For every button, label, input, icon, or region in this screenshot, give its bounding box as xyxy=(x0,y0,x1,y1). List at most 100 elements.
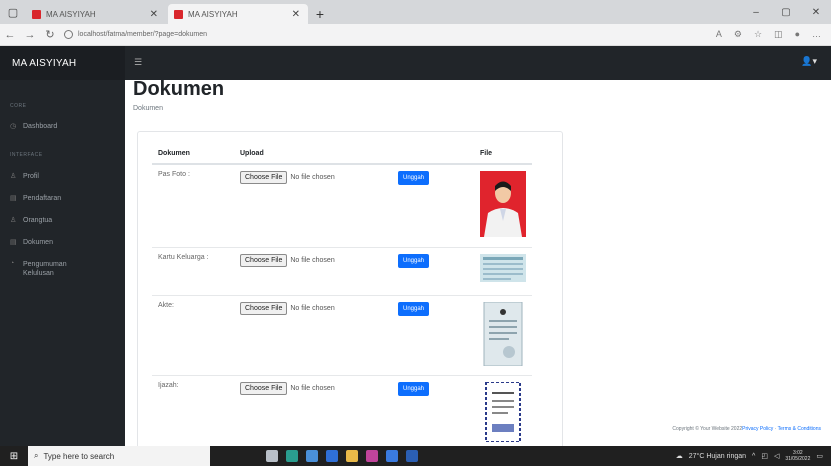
birth-certificate-thumbnail[interactable] xyxy=(480,301,526,366)
column-header-action xyxy=(392,144,474,165)
upload-button[interactable]: Unggah xyxy=(398,171,430,185)
file-input[interactable]: Choose File No file chosen xyxy=(240,381,386,395)
bell-icon: ◔ xyxy=(10,260,15,267)
main-content: Dokumen Dokumen Dokumen Upload File Pas … xyxy=(125,78,831,449)
sidebar-item-profil[interactable]: ♙ Profil xyxy=(0,172,49,181)
sidebar-item-pendaftaran[interactable]: ▤ Pendaftaran xyxy=(0,194,71,203)
sidebar-item-orangtua[interactable]: ♙ Orangtua xyxy=(0,216,62,225)
diploma-thumbnail[interactable] xyxy=(480,381,526,442)
taskbar-search[interactable]: ⌕ Type here to search xyxy=(28,446,210,466)
sidebar-item-dokumen[interactable]: ▤ Dokumen xyxy=(0,238,63,247)
table-row: Ijazah: Choose File No file chosen Ungga… xyxy=(152,374,532,448)
document-label: Pas Foto : xyxy=(152,163,234,247)
new-tab-button[interactable]: + xyxy=(310,4,330,24)
file-input[interactable]: Choose File No file chosen xyxy=(240,301,386,315)
upload-cell: Choose File No file chosen xyxy=(234,246,392,295)
action-cell: Unggah xyxy=(392,246,474,295)
url-field[interactable]: localhost/fatma/member/?page=dokumen xyxy=(64,30,716,39)
file-preview-cell xyxy=(474,246,532,295)
maximize-button[interactable]: ▢ xyxy=(771,7,801,18)
file-input[interactable]: Choose File No file chosen xyxy=(240,253,386,267)
sidebar-heading-core: CORE xyxy=(10,103,27,109)
file-icon: ▤ xyxy=(10,195,17,202)
tray-chevron-icon[interactable]: ^ xyxy=(752,453,755,460)
favorites-icon[interactable]: ☆ xyxy=(754,29,762,40)
file-input[interactable]: Choose File No file chosen xyxy=(240,171,386,184)
browser-tab-2[interactable]: MA AISYIYAH ✕ xyxy=(168,4,308,24)
column-header-upload: Upload xyxy=(234,144,392,165)
breadcrumb: Dokumen xyxy=(133,105,163,112)
weather-icon: ☁ xyxy=(675,453,683,460)
sidebar-heading-interface: INTERFACE xyxy=(10,152,43,158)
search-placeholder: Type here to search xyxy=(43,451,115,461)
explorer-icon[interactable] xyxy=(346,450,358,462)
close-window-button[interactable]: ✕ xyxy=(801,7,831,18)
profile-icon[interactable]: ● xyxy=(795,29,800,40)
brand-area: MA AISYIYAH xyxy=(0,46,125,80)
table-row: Akte: Choose File No file chosen Unggah xyxy=(152,294,532,375)
user-menu-icon[interactable]: 👤▾ xyxy=(801,56,817,67)
file-status: No file chosen xyxy=(290,256,335,264)
document-line xyxy=(483,277,511,280)
sidebar-item-dashboard[interactable]: ◷ Dashboard xyxy=(0,122,67,131)
minimize-button[interactable]: – xyxy=(741,7,771,18)
tab-close-icon[interactable]: ✕ xyxy=(292,9,300,20)
web-app: MA AISYIYAH ☰ 👤▾ CORE ◷ Dashboard INTERF… xyxy=(0,46,831,449)
forward-arrow-icon[interactable]: → xyxy=(20,29,40,41)
read-aloud-icon[interactable]: A xyxy=(716,29,722,40)
clock[interactable]: 3:02 31/05/2022 xyxy=(785,450,810,462)
site-info-icon[interactable] xyxy=(64,30,73,39)
browser-tab-1[interactable]: MA AISYIYAH ✕ xyxy=(26,4,166,24)
tab-actions-icon[interactable]: ▢ xyxy=(0,0,26,24)
document-line xyxy=(483,272,523,275)
collections-icon[interactable]: ◫ xyxy=(774,29,783,40)
extensions-icon[interactable]: ⚙ xyxy=(734,29,742,40)
word-icon[interactable] xyxy=(406,450,418,462)
back-arrow-icon[interactable]: ← xyxy=(0,29,20,41)
store-icon[interactable] xyxy=(326,450,338,462)
browser-window: ▢ MA AISYIYAH ✕ MA AISYIYAH ✕ + – ▢ ✕ ← … xyxy=(0,0,831,449)
choose-file-button[interactable]: Choose File xyxy=(240,171,288,184)
document-line xyxy=(492,391,514,394)
tab-close-icon[interactable]: ✕ xyxy=(150,9,158,20)
network-icon[interactable]: ◰ xyxy=(761,452,768,460)
privacy-policy-link[interactable]: Privacy Policy xyxy=(742,426,773,432)
family-card-thumbnail[interactable] xyxy=(480,253,526,282)
choose-file-button[interactable]: Choose File xyxy=(240,301,288,315)
start-button[interactable]: ⊞ xyxy=(0,451,28,462)
mail-icon[interactable] xyxy=(306,450,318,462)
task-view-icon[interactable] xyxy=(266,450,278,462)
document-label: Kartu Keluarga : xyxy=(152,246,234,295)
dashboard-icon: ◷ xyxy=(10,123,17,130)
app-icon[interactable] xyxy=(366,450,378,462)
documents-card: Dokumen Upload File Pas Foto : Choose Fi… xyxy=(137,131,563,449)
notifications-icon[interactable]: ▭ xyxy=(816,452,823,460)
volume-icon[interactable]: ◁ xyxy=(774,452,779,460)
brand-title[interactable]: MA AISYIYAH xyxy=(12,58,76,69)
weather-text[interactable]: 27°C Hujan ringan xyxy=(689,453,746,460)
upload-button[interactable]: Unggah xyxy=(398,381,430,396)
windows-taskbar: ⊞ ⌕ Type here to search ☁ 27°C Hujan rin… xyxy=(0,446,831,466)
upload-button[interactable]: Unggah xyxy=(398,253,430,268)
terms-link[interactable]: Terms & Conditions xyxy=(778,426,821,432)
emblem-shape xyxy=(500,308,506,315)
tab-title: MA AISYIYAH xyxy=(188,9,238,19)
choose-file-button[interactable]: Choose File xyxy=(240,253,288,267)
footer: Copyright © Your Website 2022Privacy Pol… xyxy=(672,426,821,432)
choose-file-button[interactable]: Choose File xyxy=(240,381,288,395)
edge-icon[interactable] xyxy=(286,450,298,462)
sidebar-item-pengumuman-kelulusan[interactable]: ◔ Pengumuman Kelulusan xyxy=(0,260,91,278)
document-line xyxy=(483,262,523,265)
system-tray: ☁ 27°C Hujan ringan ^ ◰ ◁ 3:02 31/05/202… xyxy=(676,450,831,462)
document-line xyxy=(483,267,523,270)
vscode-icon[interactable] xyxy=(386,450,398,462)
document-line xyxy=(489,325,517,328)
window-controls: – ▢ ✕ xyxy=(741,0,831,24)
more-options-icon[interactable]: … xyxy=(812,29,821,40)
photo-thumbnail[interactable] xyxy=(480,171,526,237)
file-status: No file chosen xyxy=(290,384,335,392)
reload-icon[interactable]: ↻ xyxy=(40,28,60,41)
upload-button[interactable]: Unggah xyxy=(398,301,430,316)
sidebar-toggle-icon[interactable]: ☰ xyxy=(134,57,142,68)
file-status: No file chosen xyxy=(290,174,335,181)
